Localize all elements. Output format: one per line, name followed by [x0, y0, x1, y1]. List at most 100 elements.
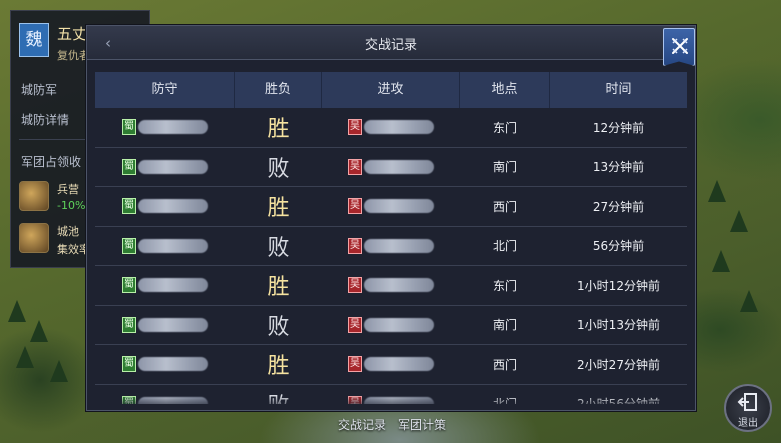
location-cell: 西门: [460, 345, 550, 384]
redacted-player-name: [138, 238, 208, 253]
dialog-header: ‹ 交战记录: [87, 26, 695, 60]
result-cell: 胜: [235, 345, 322, 384]
bonus-value: -10%: [57, 199, 86, 212]
redacted-player-name: [364, 317, 434, 332]
city-defense-army-link[interactable]: 城防军: [21, 81, 57, 98]
dialog-title: 交战记录: [364, 38, 417, 53]
column-header-time: 时间: [605, 82, 632, 97]
time-cell: 13分钟前: [550, 148, 687, 187]
column-header-defender: 防守: [95, 72, 235, 108]
result-label: 败: [267, 314, 290, 340]
attacker-cell: 吴: [322, 266, 460, 305]
city-pool-icon: [19, 223, 49, 253]
location-label: 西门: [492, 199, 517, 214]
column-header-result: 胜负: [235, 72, 322, 108]
result-cell: 胜: [235, 187, 322, 226]
result-cell: 败: [235, 148, 322, 187]
redacted-player-name: [364, 199, 434, 214]
attacker-cell: 吴: [322, 345, 460, 384]
defender-cell: 蜀: [95, 148, 235, 187]
city-defense-details-link[interactable]: 城防详情: [21, 111, 69, 128]
attacker-cell: 吴: [322, 227, 460, 266]
battle-record-dialog: ‹ 交战记录 防守 胜负 进攻 地点 时间 蜀 胜 吴 东门 12分钟前 蜀 败…: [86, 25, 696, 411]
tree-icon: [8, 300, 26, 322]
table-row[interactable]: 蜀 胜 吴 东门 1小时12分钟前: [95, 266, 687, 306]
redacted-player-name: [364, 120, 434, 135]
exit-icon: [737, 393, 757, 411]
tree-icon: [50, 360, 68, 382]
location-label: 北门: [492, 239, 517, 254]
redacted-player-name: [138, 159, 208, 174]
table-row[interactable]: 蜀 败 吴 北门 56分钟前: [95, 227, 687, 266]
exit-button[interactable]: 退出: [724, 384, 772, 432]
scroll-fade: [87, 396, 695, 410]
time-cell: 2小时27分钟前: [550, 345, 687, 384]
location-cell: 北门: [460, 227, 550, 266]
result-cell: 败: [235, 306, 322, 345]
result-label: 胜: [267, 117, 290, 143]
crossed-swords-icon: [672, 38, 688, 54]
location-cell: 南门: [460, 148, 550, 187]
redacted-player-name: [138, 120, 208, 135]
table-row[interactable]: 蜀 败 吴 南门 13分钟前: [95, 148, 687, 187]
result-cell: 败: [235, 227, 322, 266]
defender-cell: 蜀: [95, 187, 235, 226]
time-label: 56分钟前: [592, 239, 645, 254]
wu-faction-badge: 吴: [348, 356, 362, 373]
table-row[interactable]: 蜀 胜 吴 西门 27分钟前: [95, 187, 687, 227]
tree-icon: [730, 210, 748, 232]
location-label: 南门: [492, 160, 517, 175]
tab-battle-record[interactable]: 交战记录: [338, 416, 386, 433]
redacted-player-name: [138, 199, 208, 214]
result-label: 败: [267, 156, 290, 182]
tree-icon: [712, 250, 730, 272]
wu-faction-badge: 吴: [348, 198, 362, 215]
redacted-player-name: [138, 317, 208, 332]
attacker-cell: 吴: [322, 108, 460, 147]
result-label: 胜: [267, 196, 290, 222]
redacted-player-name: [364, 357, 434, 372]
attacker-cell: 吴: [322, 148, 460, 187]
time-label: 27分钟前: [592, 199, 645, 214]
wu-faction-badge: 吴: [348, 316, 362, 333]
defender-cell: 蜀: [95, 266, 235, 305]
location-cell: 南门: [460, 306, 550, 345]
column-header-location: 地点: [460, 72, 550, 108]
table-header: 防守 胜负 进攻 地点 时间: [95, 72, 687, 108]
wu-faction-badge: 吴: [348, 277, 362, 294]
time-label: 1小时13分钟前: [577, 318, 660, 333]
column-header-attacker: 进攻: [322, 72, 460, 108]
exit-label: 退出: [738, 418, 758, 429]
time-label: 12分钟前: [592, 120, 645, 135]
bonus-label: 城池: [57, 225, 79, 238]
time-label: 13分钟前: [592, 160, 645, 175]
location-label: 西门: [492, 357, 517, 372]
time-cell: 56分钟前: [550, 227, 687, 266]
result-cell: 胜: [235, 108, 322, 147]
time-cell: 1小时13分钟前: [550, 306, 687, 345]
shu-faction-badge: 蜀: [122, 237, 136, 254]
time-cell: 12分钟前: [550, 108, 687, 147]
barracks-icon: [19, 181, 49, 211]
location-label: 东门: [492, 278, 517, 293]
shu-faction-badge: 蜀: [122, 158, 136, 175]
table-row[interactable]: 蜀 败 吴 南门 1小时13分钟前: [95, 306, 687, 345]
location-label: 东门: [492, 120, 517, 135]
redacted-player-name: [364, 238, 434, 253]
result-label: 胜: [267, 275, 290, 301]
bonus-label: 兵营: [57, 183, 79, 196]
attacker-cell: 吴: [322, 187, 460, 226]
defender-cell: 蜀: [95, 108, 235, 147]
time-cell: 27分钟前: [550, 187, 687, 226]
defender-cell: 蜀: [95, 345, 235, 384]
close-button[interactable]: [663, 28, 695, 66]
tab-legion-strategy[interactable]: 军团计策: [398, 416, 446, 433]
battle-record-list[interactable]: 蜀 胜 吴 东门 12分钟前 蜀 败 吴 南门 13分钟前 蜀 胜 吴 西门 2…: [95, 108, 687, 404]
table-row[interactable]: 蜀 胜 吴 西门 2小时27分钟前: [95, 345, 687, 385]
defender-cell: 蜀: [95, 227, 235, 266]
wu-faction-badge: 吴: [348, 119, 362, 136]
table-row[interactable]: 蜀 胜 吴 东门 12分钟前: [95, 108, 687, 148]
shu-faction-badge: 蜀: [122, 119, 136, 136]
tree-icon: [740, 290, 758, 312]
shu-faction-badge: 蜀: [122, 277, 136, 294]
